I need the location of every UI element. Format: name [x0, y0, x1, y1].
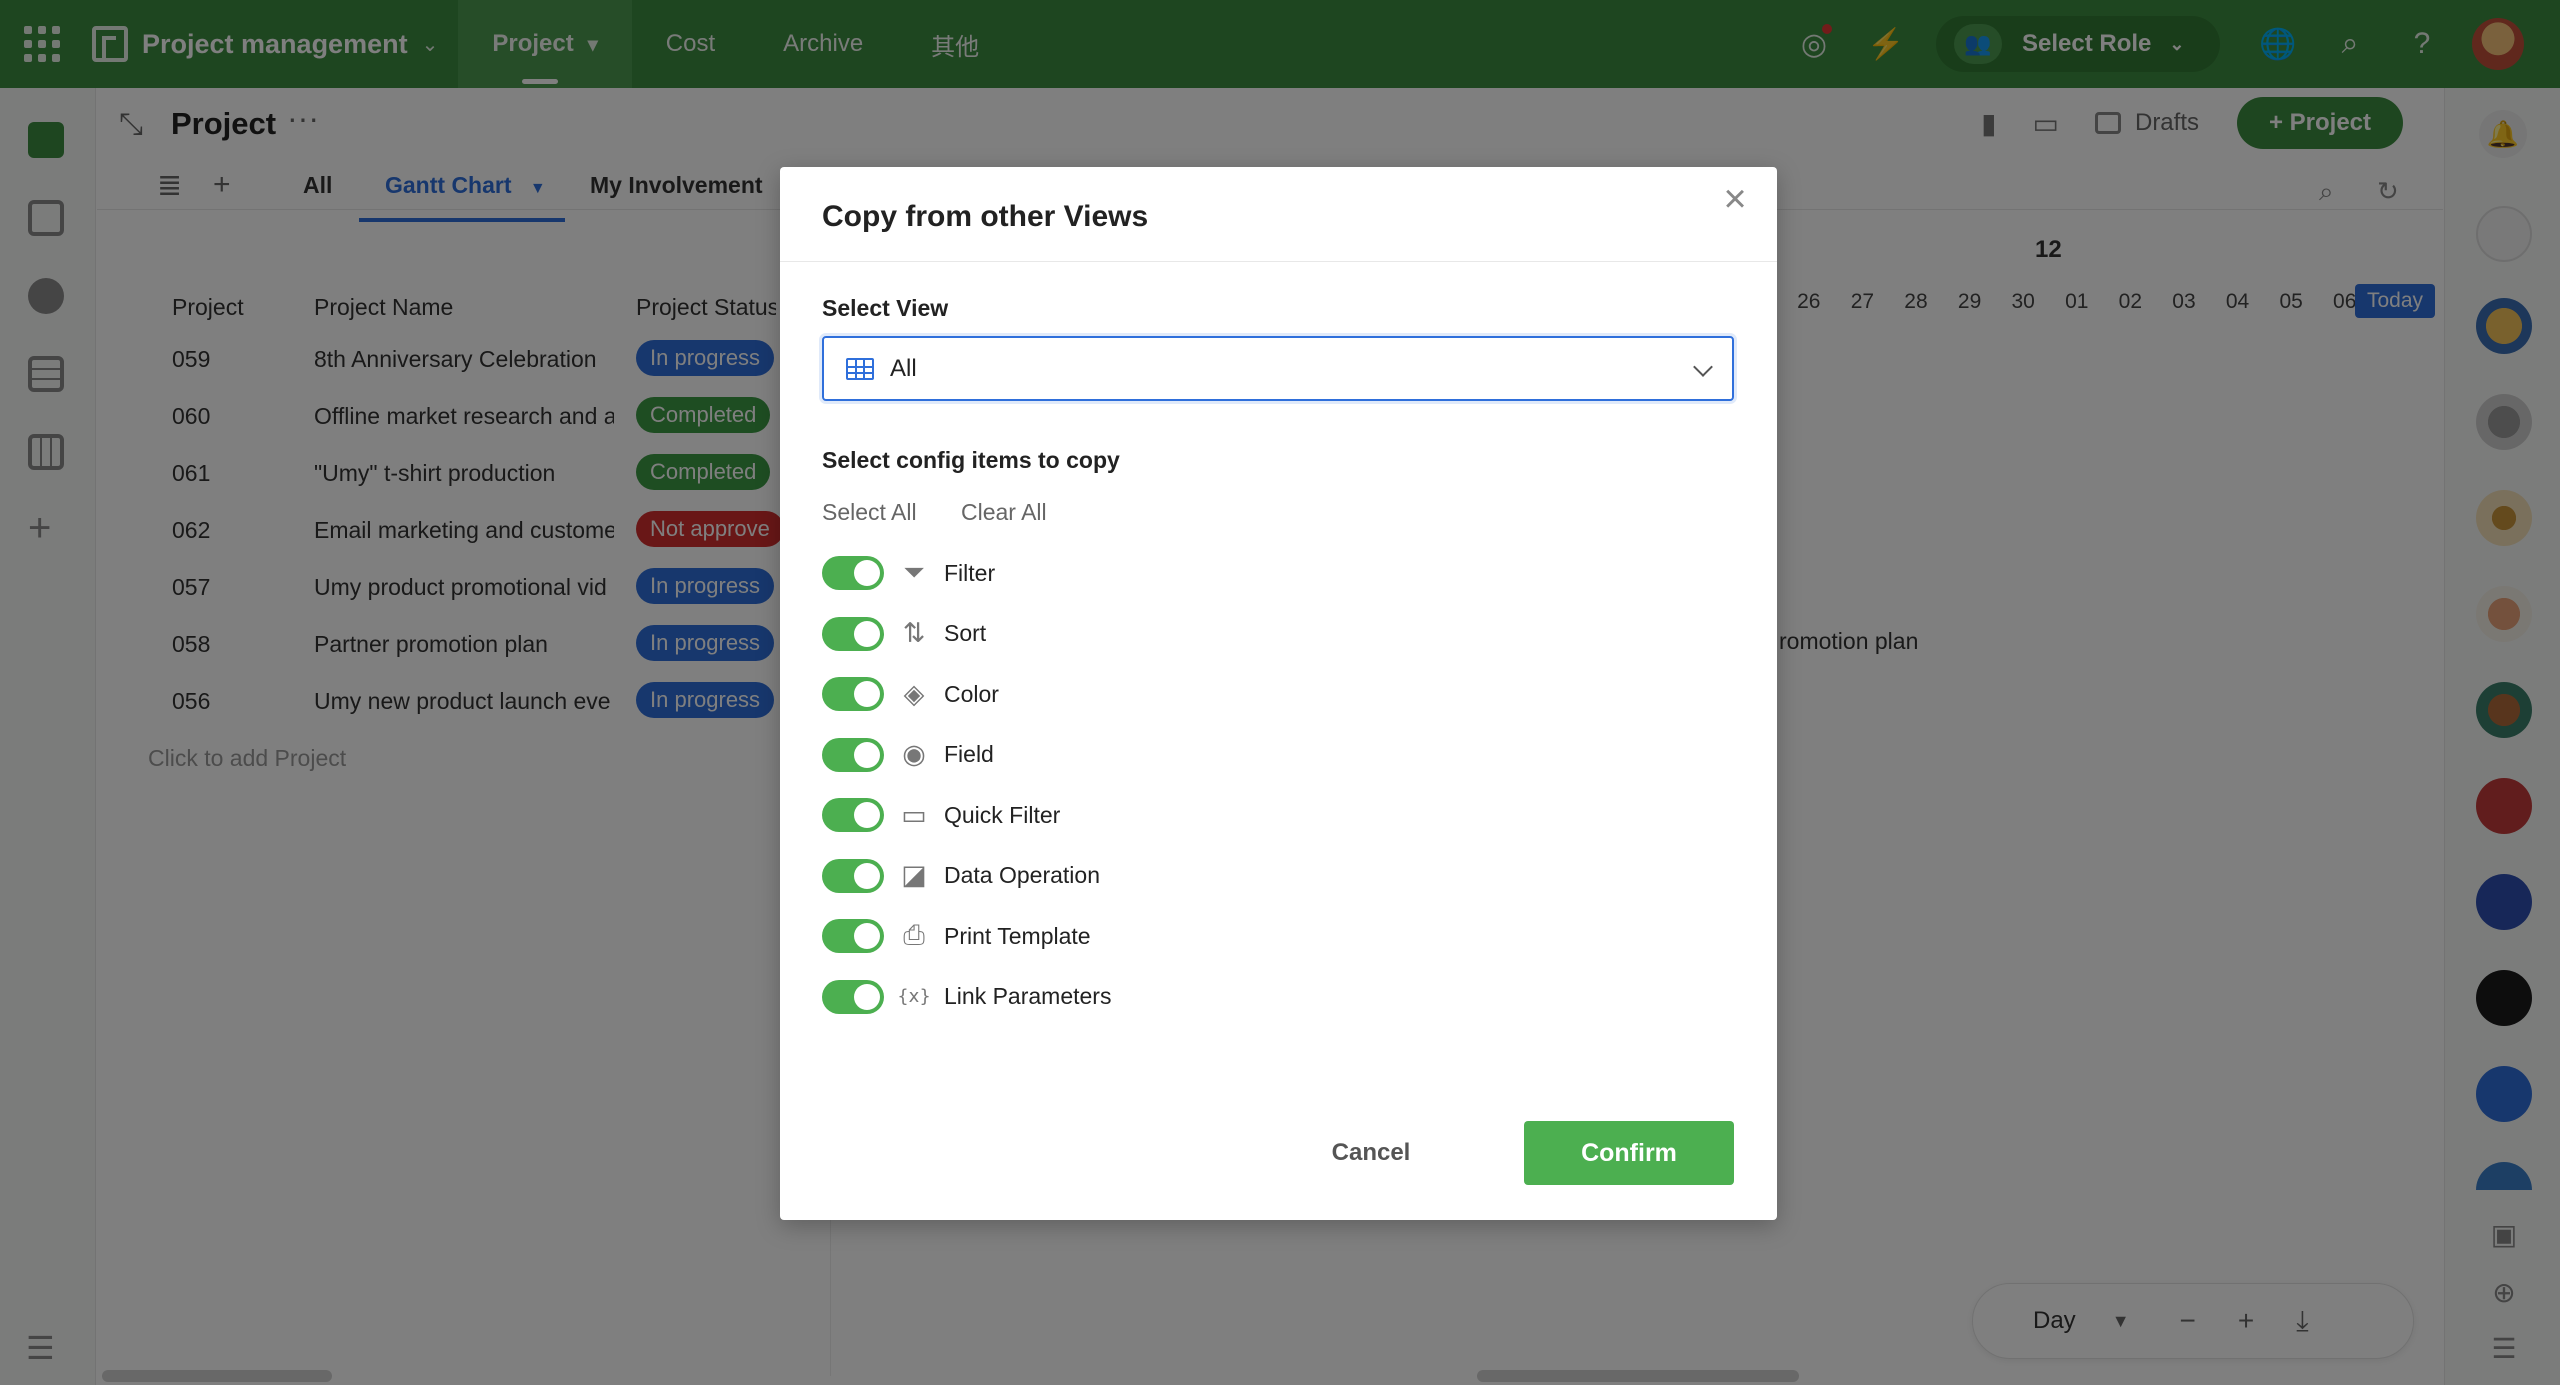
printer-icon: ⎙: [903, 920, 925, 951]
dialog-title: Copy from other Views: [822, 200, 1149, 233]
select-view-value: All: [890, 355, 917, 382]
config-item-data-operation: ◪ Data Operation: [822, 856, 1422, 896]
data-operation-icon: ◪: [901, 860, 927, 891]
select-all-link[interactable]: Select All: [822, 499, 917, 526]
toggle-switch[interactable]: [822, 556, 884, 590]
config-item-link-parameters: {x} Link Parameters: [822, 977, 1422, 1017]
config-item-label: Data Operation: [944, 862, 1100, 888]
config-item-color: ◈ Color: [822, 674, 1422, 714]
toggle-switch[interactable]: [822, 737, 884, 772]
cancel-button[interactable]: Cancel: [1321, 1121, 1421, 1185]
toggle-switch[interactable]: [822, 858, 884, 893]
filter-icon: ⏷: [903, 557, 925, 588]
config-item-quick-filter: ▭ Quick Filter: [822, 795, 1422, 835]
config-item-sort: ⇅ Sort: [822, 614, 1422, 654]
config-item-filter: ⏷ Filter: [822, 553, 1422, 593]
sort-icon: ⇅: [902, 618, 926, 649]
toggle-switch[interactable]: [822, 677, 884, 711]
toggle-switch[interactable]: [822, 616, 884, 651]
link-parameters-icon: {x}: [897, 986, 931, 1007]
select-view-dropdown[interactable]: All: [822, 336, 1734, 401]
config-item-label: Filter: [944, 559, 996, 586]
paint-bucket-icon: ◈: [903, 678, 925, 710]
quick-filter-icon: ▭: [901, 799, 927, 831]
confirm-button[interactable]: Confirm: [1524, 1121, 1734, 1185]
config-items-label: Select config items to copy: [822, 447, 1120, 473]
config-item-label: Link Parameters: [944, 983, 1112, 1009]
toggle-switch[interactable]: [822, 919, 884, 953]
config-item-label: Quick Filter: [944, 801, 1061, 828]
config-item-print-template: ⎙ Print Template: [822, 916, 1422, 956]
toggle-switch[interactable]: [822, 798, 884, 832]
config-item-label: Field: [944, 741, 994, 767]
config-item-label: Color: [944, 680, 999, 707]
clear-all-link[interactable]: Clear All: [961, 499, 1047, 526]
eye-icon: ◉: [902, 739, 926, 770]
table-icon: [846, 358, 874, 380]
close-icon[interactable]: ×: [1713, 177, 1757, 221]
config-item-label: Sort: [944, 620, 987, 646]
config-item-label: Print Template: [944, 922, 1091, 949]
chevron-down-icon: [1693, 357, 1713, 377]
toggle-switch[interactable]: [822, 979, 884, 1014]
config-item-field: ◉ Field: [822, 735, 1422, 775]
dialog-header: Copy from other Views ×: [780, 167, 1777, 262]
select-view-label: Select View: [822, 295, 949, 321]
copy-views-dialog: Copy from other Views × Select View All …: [780, 167, 1777, 1220]
